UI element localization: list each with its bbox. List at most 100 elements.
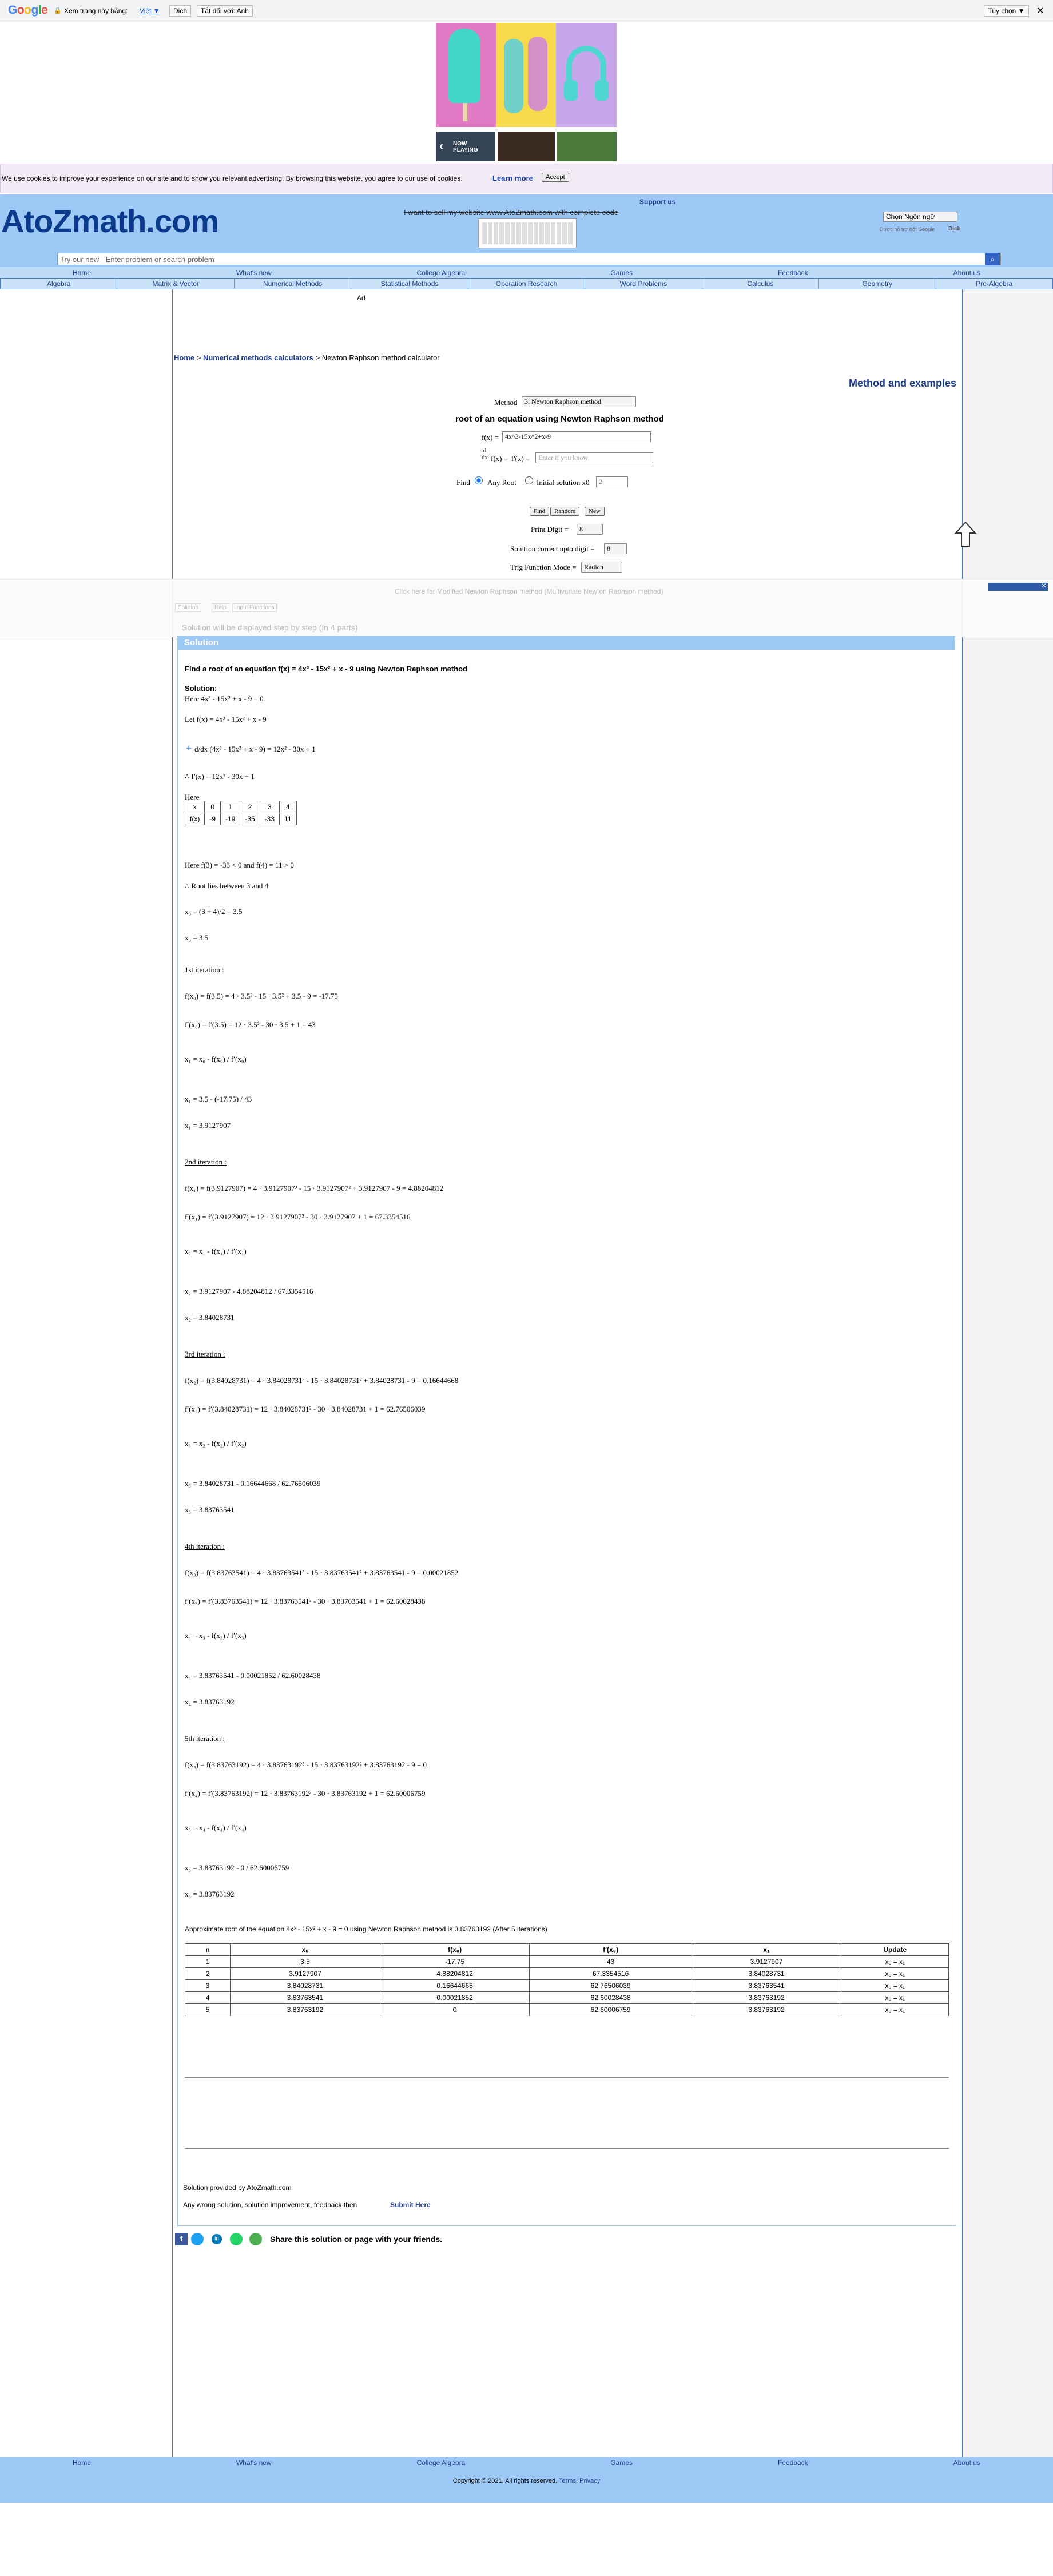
- search-icon[interactable]: ⌕: [985, 253, 1000, 265]
- breadcrumb-home[interactable]: Home: [174, 353, 194, 362]
- table-cell: -9: [204, 813, 221, 825]
- table-cell: 11: [279, 813, 297, 825]
- iteration-3-f: f(x₂) = f(3.84028731) = 4 · 3.84028731³ …: [185, 1376, 459, 1385]
- footer-whats-new[interactable]: What's new: [236, 2457, 272, 2468]
- sign-change-line: Here f(3) = -33 < 0 and f(4) = 11 > 0: [185, 861, 294, 869]
- initial-solution-input[interactable]: 2: [596, 476, 628, 487]
- search-bar[interactable]: Try our new - Enter problem or search pr…: [57, 253, 1001, 265]
- ad-image-popsicle[interactable]: [436, 23, 496, 127]
- ad-thumb-2[interactable]: [557, 132, 617, 161]
- result-cell: 3.83763192: [691, 2003, 842, 2016]
- result-cell: 0.00021852: [379, 1991, 530, 2004]
- email-icon[interactable]: [249, 2233, 262, 2245]
- search-input[interactable]: Try our new - Enter problem or search pr…: [60, 255, 214, 264]
- find-button[interactable]: Find: [530, 507, 550, 516]
- menu-operation-research[interactable]: Operation Research: [468, 279, 586, 289]
- table-row: 3 3.84028731 0.16644668 62.76506039 3.837635…: [184, 1979, 949, 1992]
- language-select[interactable]: Việt ▼: [140, 7, 160, 15]
- turn-off-button[interactable]: Tắt đối với: Anh: [197, 5, 253, 17]
- print-digit-select[interactable]: 8: [577, 524, 603, 535]
- ad-now-playing[interactable]: ‹ NOW PLAYING: [436, 132, 495, 161]
- footer-college-algebra[interactable]: College Algebra: [417, 2457, 466, 2468]
- nav-college-algebra[interactable]: College Algebra: [417, 267, 466, 279]
- nav-home[interactable]: Home: [73, 267, 91, 279]
- trig-mode-select[interactable]: Radian: [581, 562, 622, 573]
- close-icon[interactable]: ✕: [1041, 582, 1047, 590]
- accept-button[interactable]: Accept: [542, 173, 569, 182]
- facebook-icon[interactable]: f: [175, 2233, 188, 2245]
- any-root-radio[interactable]: [475, 476, 483, 484]
- cookie-text: We use cookies to improve your experienc…: [2, 174, 463, 182]
- let-line: Let f(x) = 4x³ - 15x² + x - 9: [185, 715, 267, 723]
- terms-link[interactable]: Terms: [559, 2478, 576, 2484]
- linkedin-icon[interactable]: in: [212, 2234, 222, 2244]
- tab-input-functions[interactable]: Input Functions: [232, 603, 277, 612]
- nav-whats-new[interactable]: What's new: [236, 267, 272, 279]
- menu-matrix-vector[interactable]: Matrix & Vector: [117, 279, 235, 289]
- iteration-2-f: f(x₁) = f(3.9127907) = 4 · 3.9127907³ - …: [185, 1184, 444, 1192]
- chevron-left-icon[interactable]: ‹: [439, 138, 443, 153]
- menu-numerical-methods[interactable]: Numerical Methods: [235, 279, 352, 289]
- modified-method-hint[interactable]: Click here for Modified Newton Raphson m…: [395, 587, 663, 595]
- result-cell: 1: [184, 1955, 231, 1968]
- method-examples-link[interactable]: Method and examples: [849, 377, 956, 389]
- random-button[interactable]: Random: [550, 507, 580, 516]
- tab-help[interactable]: Help: [212, 603, 229, 612]
- menu-calculus[interactable]: Calculus: [702, 279, 820, 289]
- result-cell: 3.83763192: [691, 1991, 842, 2004]
- nav-games[interactable]: Games: [610, 267, 633, 279]
- copyright-line: Copyright © 2021. All rights reserved. T…: [0, 2478, 1053, 2484]
- sell-notice[interactable]: I want to sell my website www.AtoZmath.c…: [404, 208, 618, 217]
- tab-solution[interactable]: Solution: [175, 603, 202, 612]
- submit-here-link[interactable]: Submit Here: [390, 2201, 431, 2209]
- find-label: Find: [456, 478, 470, 487]
- site-logo[interactable]: AtoZmath.com: [1, 202, 219, 240]
- close-icon[interactable]: ✕: [1036, 5, 1044, 17]
- menu-algebra[interactable]: Algebra: [1, 279, 118, 289]
- ad-image-headphones[interactable]: [556, 23, 617, 127]
- result-cell: 3.83763541: [230, 1991, 380, 2004]
- view-page-label: Xem trang này bằng:: [64, 7, 128, 15]
- footer-feedback[interactable]: Feedback: [778, 2457, 808, 2468]
- whatsapp-icon[interactable]: [230, 2233, 243, 2245]
- overlay-panel: Click here for Modified Newton Raphson m…: [0, 579, 1053, 637]
- breadcrumb-category[interactable]: Numerical methods calculators: [203, 353, 313, 362]
- options-button[interactable]: Tùy chọn ▼: [984, 5, 1029, 17]
- footer-games[interactable]: Games: [610, 2457, 633, 2468]
- nav-about-us[interactable]: About us: [953, 267, 980, 279]
- learn-more-link[interactable]: Learn more: [492, 174, 533, 182]
- initial-solution-radio[interactable]: [525, 476, 533, 484]
- menu-pre-algebra[interactable]: Pre-Algebra: [936, 279, 1052, 289]
- iteration-1-res: x₁ = 3.9127907: [185, 1121, 231, 1130]
- ad-banner[interactable]: [436, 23, 617, 127]
- nav-feedback[interactable]: Feedback: [778, 267, 808, 279]
- menu-geometry[interactable]: Geometry: [819, 279, 936, 289]
- dfx-input[interactable]: Enter if you know: [535, 452, 653, 463]
- new-button[interactable]: New: [585, 507, 605, 516]
- language-dropdown[interactable]: Chọn Ngôn ngữ: [883, 212, 957, 222]
- breadcrumb-current: Newton Raphson method calculator: [321, 353, 440, 362]
- fx-input[interactable]: 4x^3-15x^2+x-9: [502, 431, 651, 442]
- translate-bar: Google 🔒 Xem trang này bằng: Việt ▼ Dịch…: [0, 0, 1053, 22]
- support-link[interactable]: Support us: [639, 198, 675, 206]
- twitter-icon[interactable]: [191, 2233, 204, 2245]
- close-overlay-button[interactable]: ✕: [988, 582, 1048, 591]
- footer-home[interactable]: Home: [73, 2457, 91, 2468]
- privacy-link[interactable]: Privacy: [579, 2478, 600, 2484]
- correct-digit-select[interactable]: 8: [604, 543, 627, 554]
- powered-by-link[interactable]: Dịch: [948, 226, 961, 232]
- menu-statistical-methods[interactable]: Statistical Methods: [351, 279, 468, 289]
- scroll-top-icon[interactable]: [954, 520, 977, 548]
- plus-icon[interactable]: +: [186, 742, 192, 754]
- ad-thumb-1[interactable]: [498, 132, 555, 161]
- iteration-3-df: f′(x₂) = f′(3.84028731) = 12 · 3.8402873…: [185, 1405, 426, 1413]
- table-cell: 4: [279, 801, 297, 813]
- translate-button[interactable]: Dịch: [169, 5, 192, 17]
- iteration-4-res: x₄ = 3.83763192: [185, 1698, 235, 1706]
- ad-image-sandals[interactable]: [496, 23, 556, 127]
- method-select[interactable]: 3. Newton Raphson method: [522, 396, 636, 407]
- footer-about-us[interactable]: About us: [953, 2457, 980, 2468]
- menu-word-problems[interactable]: Word Problems: [585, 279, 702, 289]
- solution-header: Solution: [178, 636, 955, 650]
- x0-formula: x₀ = (3 + 4)/2 = 3.5: [185, 907, 243, 916]
